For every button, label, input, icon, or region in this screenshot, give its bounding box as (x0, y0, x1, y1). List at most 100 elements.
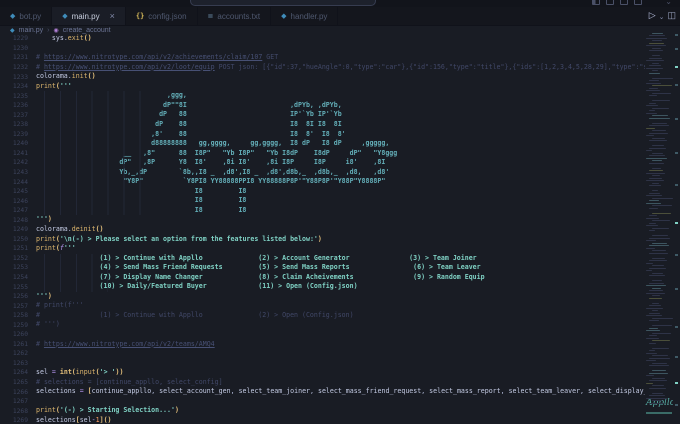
line-number[interactable]: 1239 (0, 131, 36, 138)
code-line: 1269 selections[sel-1]() (0, 416, 645, 424)
line-number[interactable]: 1237 (0, 112, 36, 119)
minimap-line (649, 267, 666, 269)
tab-bar: ◆ bot.py ◆ main.py × {} config.json ≣ ac… (0, 7, 680, 26)
minimap-line (652, 160, 662, 162)
tab-main-py[interactable]: ◆ main.py × (52, 7, 126, 25)
minimap-line (652, 32, 663, 34)
minimap-line (649, 282, 664, 284)
minimap-line (649, 252, 668, 254)
toggle-sidebar-icon[interactable] (592, 0, 600, 5)
minimap-line (652, 272, 663, 274)
minimap-line (652, 137, 665, 139)
json-file-icon: {} (135, 11, 145, 20)
line-number[interactable]: 1253 (0, 264, 36, 271)
code-line: 1248 ''') (0, 215, 645, 225)
line-number[interactable]: 1235 (0, 93, 36, 100)
line-number[interactable]: 1233 (0, 74, 36, 81)
line-number[interactable]: 1259 (0, 322, 36, 329)
line-number[interactable]: 1236 (0, 102, 36, 109)
minimap-line (649, 215, 657, 217)
tab-label: main.py (71, 11, 100, 21)
line-number[interactable]: 1244 (0, 179, 36, 186)
line-number[interactable]: 1265 (0, 379, 36, 386)
minimap[interactable]: Appllo (645, 30, 673, 424)
minimap-line (652, 280, 662, 282)
minimap-line (652, 377, 665, 379)
toggle-secondary-sidebar-icon[interactable] (620, 0, 628, 5)
line-number[interactable]: 1266 (0, 389, 36, 396)
line-number[interactable]: 1267 (0, 398, 36, 405)
split-editor-icon[interactable]: ◫ (667, 10, 676, 21)
ruler-mark (675, 66, 678, 68)
toggle-panel-icon[interactable] (606, 0, 614, 5)
python-file-icon: ◆ (10, 27, 15, 34)
line-number[interactable]: 1247 (0, 207, 36, 214)
line-number[interactable]: 1264 (0, 369, 36, 376)
minimap-line (646, 262, 653, 264)
customize-layout-icon[interactable] (634, 0, 642, 5)
minimap-line (649, 147, 666, 149)
line-number[interactable]: 1258 (0, 312, 36, 319)
vscode-window: ⌄ ◆ bot.py ◆ main.py × {} config.json ≣ … (0, 0, 680, 424)
minimap-line (649, 140, 667, 142)
line-number[interactable]: 1230 (0, 45, 36, 52)
run-dropdown-icon[interactable]: ⌄ (659, 13, 665, 21)
overview-ruler[interactable] (673, 26, 680, 424)
line-number[interactable]: 1240 (0, 140, 36, 147)
minimap-line (649, 230, 655, 232)
minimap-line (652, 257, 665, 259)
minimap-line (649, 237, 670, 239)
chevron-down-icon[interactable]: ⌄ (665, 0, 672, 6)
tab-label: accounts.txt (217, 11, 261, 21)
command-center-search[interactable] (190, 0, 376, 6)
line-number[interactable]: 1261 (0, 341, 36, 348)
line-number[interactable]: 1249 (0, 226, 36, 233)
ruler-mark (675, 184, 678, 186)
breadcrumb-file[interactable]: main.py (19, 27, 44, 34)
ruler-mark (675, 34, 678, 36)
minimap-line (649, 245, 669, 247)
minimap-line (652, 77, 673, 79)
line-number[interactable]: 1262 (0, 350, 36, 357)
line-number[interactable]: 1229 (0, 35, 36, 42)
tab-accounts-txt[interactable]: ≣ accounts.txt (198, 7, 272, 25)
code-line: 1258 # (1) > Continue with Appllo (2) > O… (0, 311, 645, 321)
line-number[interactable]: 1254 (0, 274, 36, 281)
method-symbol-icon: ◉ (53, 27, 59, 34)
minimap-line (652, 332, 671, 334)
code-line: 1229 sys.exit() (0, 34, 645, 44)
line-number[interactable]: 1268 (0, 408, 36, 415)
line-number[interactable]: 1269 (0, 417, 36, 424)
minimap-line (646, 195, 662, 197)
line-number[interactable]: 1255 (0, 284, 36, 291)
close-tab-icon[interactable]: × (110, 11, 115, 21)
line-number[interactable]: 1257 (0, 303, 36, 310)
line-number[interactable]: 1245 (0, 188, 36, 195)
line-number[interactable]: 1234 (0, 83, 36, 90)
line-number[interactable]: 1260 (0, 331, 36, 338)
line-number[interactable]: 1241 (0, 150, 36, 157)
line-number[interactable]: 1238 (0, 121, 36, 128)
line-number[interactable]: 1243 (0, 169, 36, 176)
line-number[interactable]: 1256 (0, 293, 36, 300)
line-number[interactable]: 1263 (0, 360, 36, 367)
minimap-line (649, 305, 661, 307)
code-area[interactable]: 1228 acc, sess = create_account()1229 sy… (0, 30, 645, 424)
line-number[interactable]: 1231 (0, 54, 36, 61)
tab-config-json[interactable]: {} config.json (126, 7, 198, 25)
minimap-line (652, 40, 662, 42)
breadcrumb-symbol[interactable]: create_account (63, 27, 111, 34)
line-number[interactable]: 1252 (0, 255, 36, 262)
line-number[interactable]: 1251 (0, 245, 36, 252)
tab-bot-py[interactable]: ◆ bot.py (0, 7, 53, 25)
tab-handler-py[interactable]: ◆ handler.py (271, 7, 339, 25)
ruler-mark (675, 288, 678, 290)
run-python-file-icon[interactable]: ▷ (649, 10, 656, 21)
text-file-icon: ≣ (207, 12, 214, 20)
ruler-mark (675, 222, 678, 224)
line-number[interactable]: 1246 (0, 198, 36, 205)
line-number[interactable]: 1250 (0, 236, 36, 243)
line-number[interactable]: 1232 (0, 64, 36, 71)
line-number[interactable]: 1242 (0, 159, 36, 166)
line-number[interactable]: 1248 (0, 217, 36, 224)
